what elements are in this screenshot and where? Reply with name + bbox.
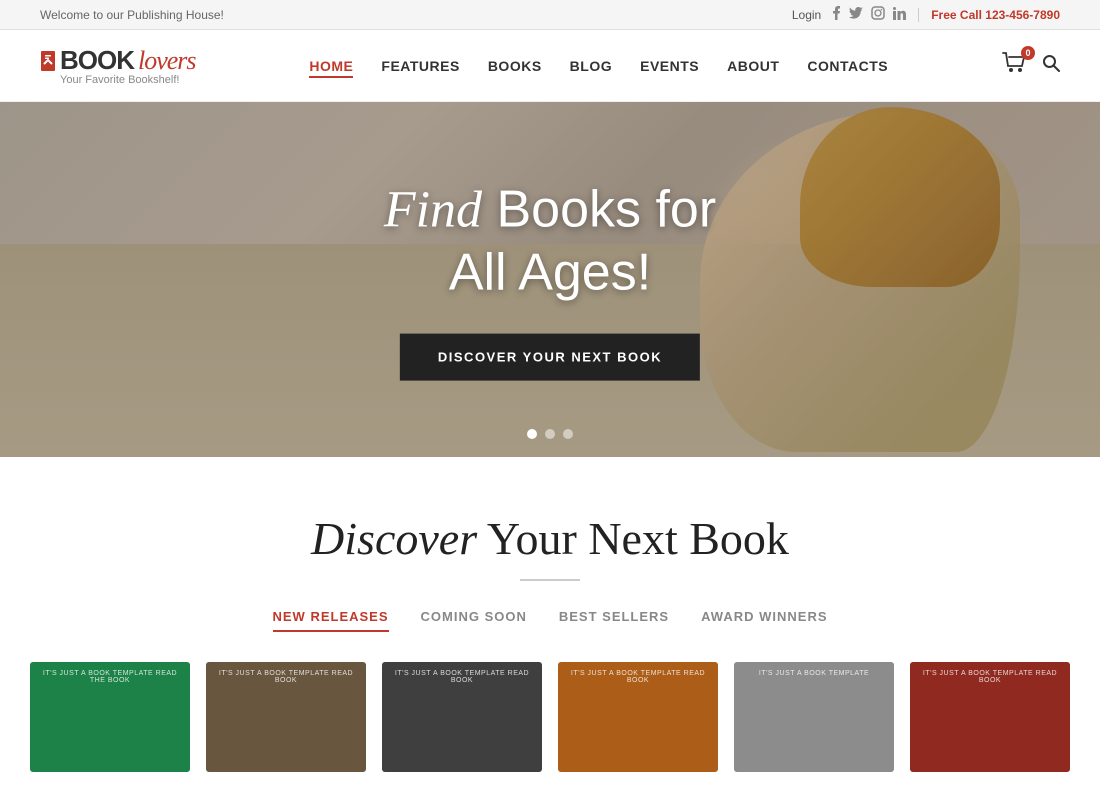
- nav-item-contacts[interactable]: CONTACTS: [807, 58, 888, 74]
- book-tabs: NEW RELEASES COMING SOON BEST SELLERS AW…: [40, 609, 1060, 632]
- social-icons: [833, 6, 906, 23]
- book-label-6: IT'S JUST A BOOK TEMPLATE READ BOOK: [918, 670, 1062, 684]
- tab-coming-soon[interactable]: COMING SOON: [421, 609, 527, 632]
- nav-item-events[interactable]: EVENTS: [640, 58, 699, 74]
- book-label-2: IT'S JUST A BOOK TEMPLATE READ BOOK: [214, 670, 358, 684]
- hero-dots: [527, 429, 573, 439]
- logo-tagline: Your Favorite Bookshelf!: [60, 74, 196, 86]
- topbar: Welcome to our Publishing House! Login F…: [0, 0, 1100, 30]
- section-title: Discover Your Next Book: [40, 512, 1060, 565]
- slide-dot-3[interactable]: [563, 429, 573, 439]
- hero-title: Find Books forAll Ages!: [384, 178, 716, 304]
- linkedin-icon[interactable]: [893, 7, 906, 23]
- books-grid: IT'S JUST A BOOK TEMPLATE READ THE BOOK …: [40, 662, 1060, 772]
- bookmark-icon: [40, 50, 56, 72]
- tab-best-sellers[interactable]: BEST SELLERS: [559, 609, 669, 632]
- tab-award-winners[interactable]: AWARD WINNERS: [701, 609, 827, 632]
- logo-lovers: lovers: [138, 46, 196, 76]
- search-button[interactable]: [1042, 54, 1060, 77]
- logo-book: BOOK: [60, 45, 134, 76]
- phone-number: 123-456-7890: [985, 8, 1060, 22]
- main-nav: HOME FEATURES BOOKS BLOG EVENTS ABOUT CO…: [309, 58, 888, 74]
- book-label-3: IT'S JUST A BOOK TEMPLATE READ BOOK: [390, 670, 534, 684]
- section-divider: [520, 579, 580, 581]
- book-card-5[interactable]: IT'S JUST A BOOK TEMPLATE: [734, 662, 894, 772]
- book-label-4: IT'S JUST A BOOK TEMPLATE READ BOOK: [566, 670, 710, 684]
- free-call: Free Call 123-456-7890: [931, 8, 1060, 22]
- slide-dot-2[interactable]: [545, 429, 555, 439]
- nav-right: 0: [1002, 52, 1060, 79]
- nav-item-books[interactable]: BOOKS: [488, 58, 542, 74]
- hero-slider: Find Books forAll Ages! DISCOVER YOUR NE…: [0, 102, 1100, 457]
- welcome-text: Welcome to our Publishing House!: [40, 8, 224, 22]
- search-icon: [1042, 54, 1060, 72]
- instagram-icon[interactable]: [871, 6, 885, 23]
- slide-dot-1[interactable]: [527, 429, 537, 439]
- discover-section: Discover Your Next Book NEW RELEASES COM…: [0, 457, 1100, 802]
- logo: BOOKlovers Your Favorite Bookshelf!: [40, 45, 196, 86]
- nav-item-features[interactable]: FEATURES: [381, 58, 459, 74]
- nav-item-home[interactable]: HOME: [309, 58, 353, 74]
- book-label-1: IT'S JUST A BOOK TEMPLATE READ THE BOOK: [38, 670, 182, 684]
- book-card-4[interactable]: IT'S JUST A BOOK TEMPLATE READ BOOK: [558, 662, 718, 772]
- book-card-1[interactable]: IT'S JUST A BOOK TEMPLATE READ THE BOOK: [30, 662, 190, 772]
- login-link[interactable]: Login: [792, 8, 821, 22]
- hero-content: Find Books forAll Ages! DISCOVER YOUR NE…: [384, 178, 716, 381]
- book-card-2[interactable]: IT'S JUST A BOOK TEMPLATE READ BOOK: [206, 662, 366, 772]
- topbar-divider: [918, 8, 919, 22]
- book-card-3[interactable]: IT'S JUST A BOOK TEMPLATE READ BOOK: [382, 662, 542, 772]
- header: BOOKlovers Your Favorite Bookshelf! HOME…: [0, 30, 1100, 102]
- cart-badge: 0: [1021, 46, 1035, 60]
- facebook-icon[interactable]: [833, 6, 841, 23]
- book-card-6[interactable]: IT'S JUST A BOOK TEMPLATE READ BOOK: [910, 662, 1070, 772]
- book-label-5: IT'S JUST A BOOK TEMPLATE: [742, 670, 886, 677]
- hero-cta-button[interactable]: DISCOVER YOUR NEXT BOOK: [400, 334, 700, 381]
- topbar-right: Login Free Call 123-456-7890: [792, 6, 1060, 23]
- tab-new-releases[interactable]: NEW RELEASES: [273, 609, 389, 632]
- nav-item-about[interactable]: ABOUT: [727, 58, 779, 74]
- cart-button[interactable]: 0: [1002, 52, 1028, 79]
- nav-item-blog[interactable]: BLOG: [570, 58, 612, 74]
- logo-text: BOOKlovers: [40, 45, 196, 76]
- twitter-icon[interactable]: [849, 7, 863, 22]
